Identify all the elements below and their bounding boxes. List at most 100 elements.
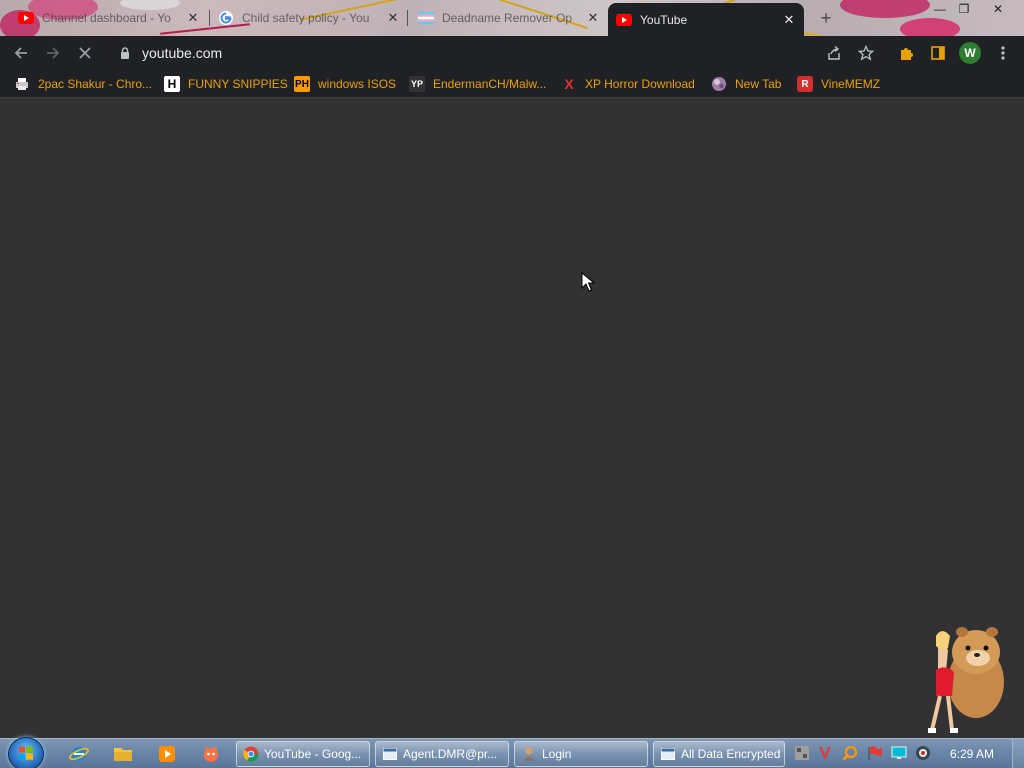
tab-deadname-remover[interactable]: Deadname Remover Op ✕ bbox=[410, 4, 608, 31]
bookmark-label: EndermanCH/Malw... bbox=[433, 77, 547, 91]
tab-divider bbox=[407, 10, 408, 26]
monitor-icon bbox=[891, 746, 907, 759]
internet-explorer-icon bbox=[69, 747, 89, 761]
tray-volume-icon[interactable] bbox=[915, 745, 931, 761]
tab-channel-dashboard[interactable]: Channel dashboard - Yo ✕ bbox=[10, 4, 208, 31]
file-explorer-pinned[interactable] bbox=[112, 743, 134, 765]
tab-title: Child safety policy - You bbox=[242, 10, 370, 25]
bookmark-star-button[interactable] bbox=[857, 44, 875, 62]
stop-loading-button[interactable] bbox=[74, 42, 96, 64]
network-icon bbox=[795, 746, 809, 760]
tab-close-button[interactable]: ✕ bbox=[186, 10, 200, 26]
x-logo-icon: X bbox=[564, 76, 574, 92]
taskbar-task-login[interactable]: Login bbox=[514, 741, 648, 767]
media-player-pinned[interactable] bbox=[156, 743, 178, 765]
tab-child-safety-policy[interactable]: Child safety policy - You ✕ bbox=[210, 4, 408, 31]
profile-avatar[interactable]: W bbox=[959, 42, 981, 64]
taskbar-task-all-data-encrypted[interactable]: All Data Encrypted bbox=[653, 741, 785, 767]
ph-logo-icon: PH bbox=[294, 76, 310, 92]
start-button[interactable] bbox=[8, 737, 44, 768]
window-icon bbox=[660, 746, 676, 762]
task-label: Login bbox=[542, 747, 572, 761]
bookmark-new-tab[interactable]: New Tab bbox=[711, 75, 781, 93]
internet-explorer-pinned[interactable] bbox=[68, 743, 90, 765]
taskbar-task-agent-dmr[interactable]: Agent.DMR@pr... bbox=[375, 741, 509, 767]
maximize-button[interactable]: ❐ bbox=[952, 2, 976, 16]
page-content-area[interactable] bbox=[0, 98, 1024, 738]
windows-logo-icon bbox=[19, 746, 33, 760]
extensions-button[interactable] bbox=[897, 44, 915, 62]
tray-display-icon[interactable] bbox=[891, 745, 907, 761]
h-logo-icon: H bbox=[164, 76, 180, 92]
bookmark-windows-isos[interactable]: PH windows ISOS bbox=[294, 75, 396, 93]
browser-tab-strip: Channel dashboard - Yo ✕ Child safety po… bbox=[0, 0, 1024, 36]
close-icon bbox=[79, 47, 91, 59]
speaker-icon bbox=[916, 746, 930, 760]
v-logo-icon bbox=[819, 747, 831, 760]
globe-icon bbox=[711, 76, 727, 92]
window-icon bbox=[382, 746, 398, 762]
side-panel-icon bbox=[931, 46, 945, 60]
flag-icon bbox=[418, 11, 434, 24]
youtube-icon bbox=[18, 11, 34, 24]
bookmarks-bar: 2pac Shakur - Chro... H FUNNY SNIPPIES P… bbox=[0, 70, 1024, 98]
address-bar[interactable]: youtube.com bbox=[108, 39, 882, 67]
show-desktop-button[interactable] bbox=[1012, 739, 1024, 768]
theme-art-splash bbox=[900, 18, 960, 36]
bookmark-funny-snippies[interactable]: H FUNNY SNIPPIES bbox=[164, 75, 288, 93]
tray-search-icon[interactable] bbox=[842, 745, 858, 761]
bookmark-label: FUNNY SNIPPIES bbox=[188, 77, 288, 91]
task-label: Agent.DMR@pr... bbox=[403, 747, 498, 761]
bookmark-vinememz[interactable]: R VineMEMZ bbox=[797, 75, 880, 93]
tab-close-button[interactable]: ✕ bbox=[782, 12, 796, 28]
tab-title: Deadname Remover Op bbox=[442, 10, 573, 25]
tray-antivirus-icon[interactable] bbox=[817, 745, 833, 761]
arrow-right-icon bbox=[47, 47, 60, 59]
game-app-pinned[interactable] bbox=[200, 743, 222, 765]
forward-button[interactable] bbox=[42, 42, 64, 64]
bookmark-label: windows ISOS bbox=[318, 77, 397, 91]
new-tab-button[interactable]: + bbox=[816, 8, 836, 28]
bookmark-label: New Tab bbox=[735, 77, 782, 91]
task-label: All Data Encrypted bbox=[681, 747, 781, 761]
tab-youtube[interactable]: YouTube ✕ bbox=[608, 3, 804, 36]
browser-menu-button[interactable] bbox=[994, 44, 1012, 62]
star-icon bbox=[858, 45, 874, 61]
share-icon bbox=[828, 45, 840, 60]
bookmark-label: VineMEMZ bbox=[821, 77, 881, 91]
mouse-pointer-icon bbox=[581, 272, 595, 292]
url-text[interactable]: youtube.com bbox=[142, 45, 222, 61]
tray-flag-icon[interactable] bbox=[867, 745, 883, 761]
arrow-left-icon bbox=[14, 47, 27, 59]
person-icon bbox=[521, 746, 537, 762]
tab-close-button[interactable]: ✕ bbox=[386, 10, 400, 26]
taskbar-clock[interactable]: 6:29 AM bbox=[950, 747, 994, 761]
bookmark-xp-horror-download[interactable]: X XP Horror Download bbox=[561, 75, 695, 93]
youtube-icon bbox=[616, 13, 632, 26]
google-icon bbox=[219, 10, 233, 25]
yp-logo-icon: YP bbox=[409, 76, 425, 92]
back-button[interactable] bbox=[10, 42, 32, 64]
minimize-button[interactable]: — bbox=[928, 2, 952, 16]
task-label: YouTube - Goog... bbox=[264, 747, 362, 761]
more-vertical-icon bbox=[1001, 46, 1005, 60]
flag-icon bbox=[868, 746, 882, 760]
tray-network-icon[interactable] bbox=[794, 745, 810, 761]
lock-icon[interactable] bbox=[120, 47, 130, 59]
chrome-icon bbox=[243, 746, 259, 762]
tab-close-button[interactable]: ✕ bbox=[586, 10, 600, 26]
close-window-button[interactable]: ✕ bbox=[986, 2, 1010, 16]
taskbar-task-chrome[interactable]: YouTube - Goog... bbox=[236, 741, 370, 767]
bookmark-label: XP Horror Download bbox=[585, 77, 695, 91]
puzzle-icon bbox=[901, 48, 913, 60]
bookmark-2pac-shakur[interactable]: 2pac Shakur - Chro... bbox=[14, 75, 152, 93]
side-panel-button[interactable] bbox=[929, 44, 947, 62]
magnifier-icon bbox=[842, 745, 858, 761]
printer-icon bbox=[14, 76, 30, 92]
r-logo-icon: R bbox=[797, 76, 813, 92]
bookmark-endermanch-malware[interactable]: YP EndermanCH/Malw... bbox=[409, 75, 546, 93]
share-button[interactable] bbox=[825, 44, 843, 62]
bookmark-label: 2pac Shakur - Chro... bbox=[38, 77, 153, 91]
folder-icon bbox=[114, 748, 132, 761]
browser-toolbar: youtube.com W bbox=[0, 36, 1024, 70]
